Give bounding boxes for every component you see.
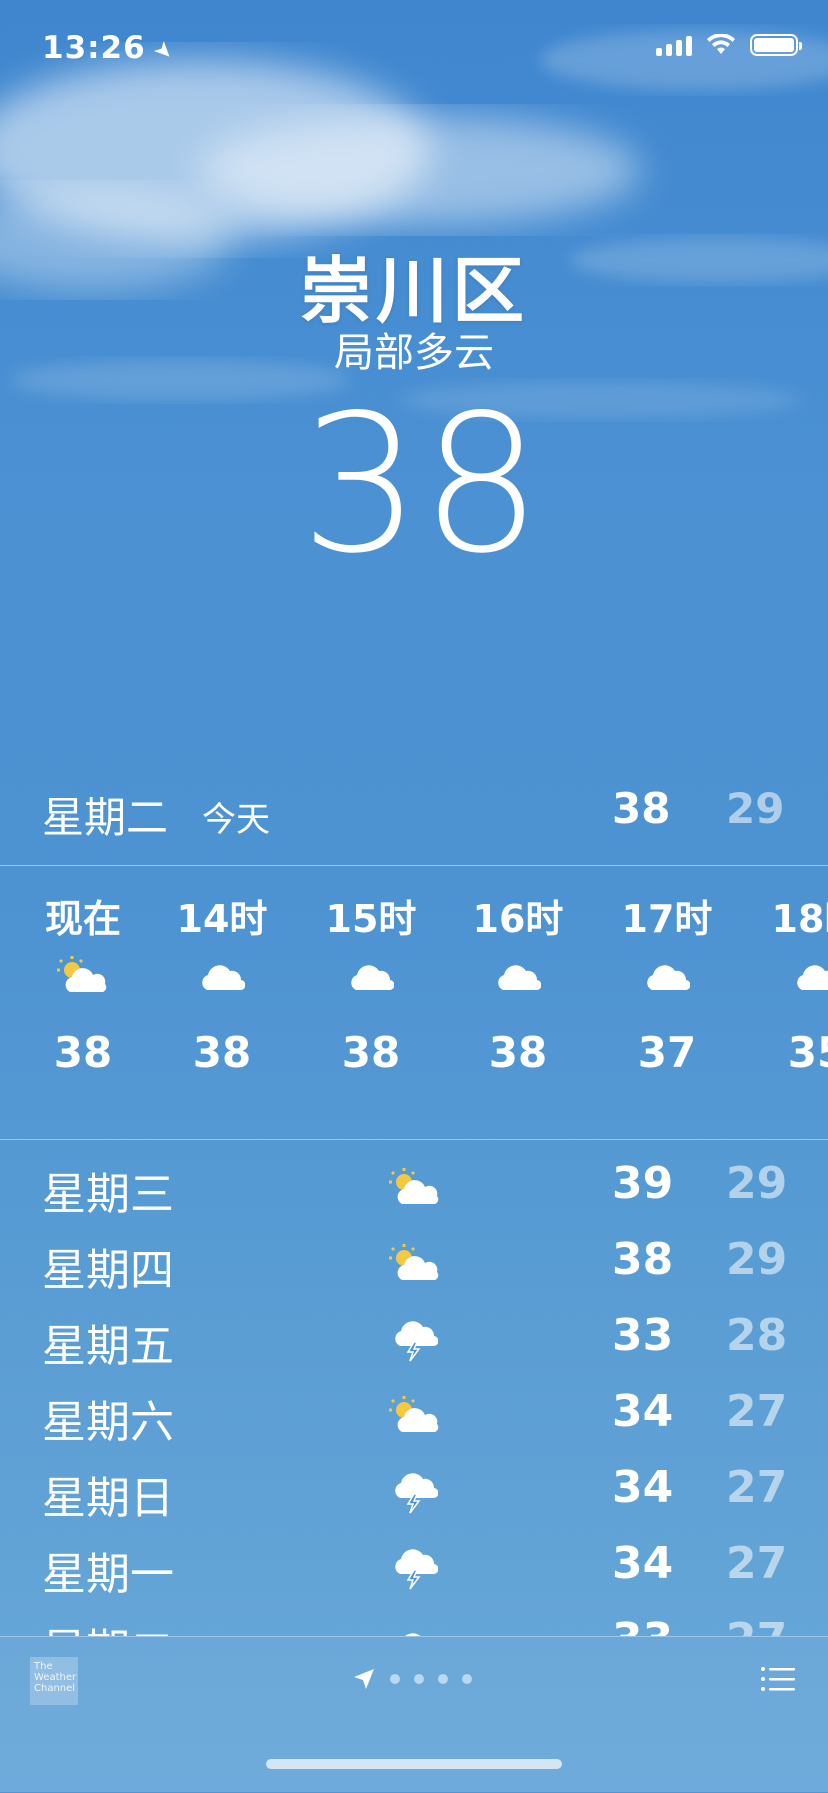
home-indicator[interactable] xyxy=(266,1759,562,1769)
today-tag: 今天 xyxy=(202,800,270,840)
thunderstorm-icon xyxy=(385,1462,445,1522)
hour-temp: 38 xyxy=(341,1028,401,1077)
wifi-icon xyxy=(707,34,735,54)
daily-day: 星期一 xyxy=(42,1549,174,1600)
daily-low: 29 xyxy=(726,1234,788,1285)
battery-icon xyxy=(750,34,802,56)
hour-label: 14时 xyxy=(176,897,268,941)
page-dot xyxy=(414,1674,424,1684)
daily-high: 34 xyxy=(612,1462,674,1513)
daily-row: 星期三 39 29 xyxy=(0,1150,828,1226)
location-arrow-icon xyxy=(354,1669,374,1689)
page-dot xyxy=(390,1674,400,1684)
daily-low: 27 xyxy=(726,1462,788,1513)
weather-condition: 局部多云 xyxy=(334,330,494,376)
daily-day: 星期二 xyxy=(42,1614,174,1636)
thunderstorm-icon xyxy=(385,1310,445,1370)
daily-high: 34 xyxy=(612,1538,674,1589)
daily-low: 27 xyxy=(726,1386,788,1437)
hourly-item: 17时 37 xyxy=(602,866,732,1077)
daily-low: 28 xyxy=(726,1310,788,1361)
hourly-forecast[interactable]: 现在 38 14时 38 15时 38 16时 38 17时 37 18时 xyxy=(0,866,828,1138)
hour-label: 17时 xyxy=(621,897,713,941)
hour-label: 16时 xyxy=(472,897,564,941)
today-high: 38 xyxy=(612,784,671,833)
daily-day: 星期三 xyxy=(42,1169,174,1220)
today-day: 星期二 xyxy=(42,793,169,842)
daily-day: 星期日 xyxy=(42,1473,174,1524)
daily-row: 星期一 34 27 xyxy=(0,1530,828,1606)
partly-sunny-icon xyxy=(385,1386,445,1446)
daily-high: 34 xyxy=(612,1386,674,1437)
hour-label: 18时 xyxy=(771,897,828,941)
page-indicator[interactable] xyxy=(352,1667,472,1691)
daily-low: 29 xyxy=(726,1158,788,1209)
hour-temp: 38 xyxy=(488,1028,548,1077)
hour-label: 现在 xyxy=(44,897,121,941)
daily-row: 星期四 38 29 xyxy=(0,1226,828,1302)
hour-temp: 37 xyxy=(637,1028,697,1077)
hour-label: 15时 xyxy=(325,897,417,941)
hourly-item: 14时 38 xyxy=(157,866,287,1077)
daily-high: 38 xyxy=(612,1234,674,1285)
daily-high: 39 xyxy=(612,1158,674,1209)
hourly-item: 15时 38 xyxy=(306,866,436,1077)
cellular-signal-icon xyxy=(656,34,692,56)
cloud-icon xyxy=(602,936,732,1016)
cloud-icon xyxy=(306,936,436,1016)
daily-day: 星期六 xyxy=(42,1397,174,1448)
status-time: 13:26➤ xyxy=(42,30,180,68)
partly-sunny-icon xyxy=(385,1158,445,1218)
weather-channel-logo[interactable]: The Weather Channel xyxy=(30,1657,78,1705)
cloud-icon xyxy=(157,936,287,1016)
cloud-icon xyxy=(453,936,583,1016)
daily-low: 27 xyxy=(726,1614,787,1636)
page-dot xyxy=(438,1674,448,1684)
hourly-item: 16时 38 xyxy=(453,866,583,1077)
daily-row: 星期五 33 28 xyxy=(0,1302,828,1378)
hour-temp: 35 xyxy=(787,1028,828,1077)
thunderstorm-icon xyxy=(385,1538,445,1598)
list-icon[interactable] xyxy=(760,1665,796,1693)
daily-row: 星期二 33 27 xyxy=(0,1606,828,1636)
daily-day: 星期四 xyxy=(42,1245,174,1296)
today-low: 29 xyxy=(726,784,785,833)
daily-low: 27 xyxy=(726,1538,788,1589)
status-bar: 13:26➤ xyxy=(0,0,828,100)
page-dot xyxy=(462,1674,472,1684)
current-temperature: 38 xyxy=(300,374,542,595)
hourly-item: 现在 38 xyxy=(18,866,148,1077)
cloud-icon xyxy=(385,1614,445,1636)
partly-sunny-icon xyxy=(18,936,148,1016)
hourly-item: 18时 35 xyxy=(752,866,828,1077)
daily-row: 星期日 34 27 xyxy=(0,1454,828,1530)
bottom-toolbar: The Weather Channel xyxy=(0,1636,828,1793)
partly-sunny-icon xyxy=(385,1234,445,1294)
daily-high: 33 xyxy=(612,1614,673,1636)
today-summary-row: 星期二 今天 38 29 xyxy=(0,778,828,858)
daily-forecast[interactable]: 星期三 39 29 星期四 38 29 星期五 33 28 星期六 34 27 … xyxy=(0,1150,828,1636)
hour-temp: 38 xyxy=(53,1028,113,1077)
divider xyxy=(0,1139,828,1140)
cloud-icon xyxy=(752,936,828,1016)
daily-high: 33 xyxy=(612,1310,674,1361)
daily-day: 星期五 xyxy=(42,1321,174,1372)
daily-row: 星期六 34 27 xyxy=(0,1378,828,1454)
hour-temp: 38 xyxy=(192,1028,252,1077)
location-arrow-icon: ➤ xyxy=(147,35,180,68)
